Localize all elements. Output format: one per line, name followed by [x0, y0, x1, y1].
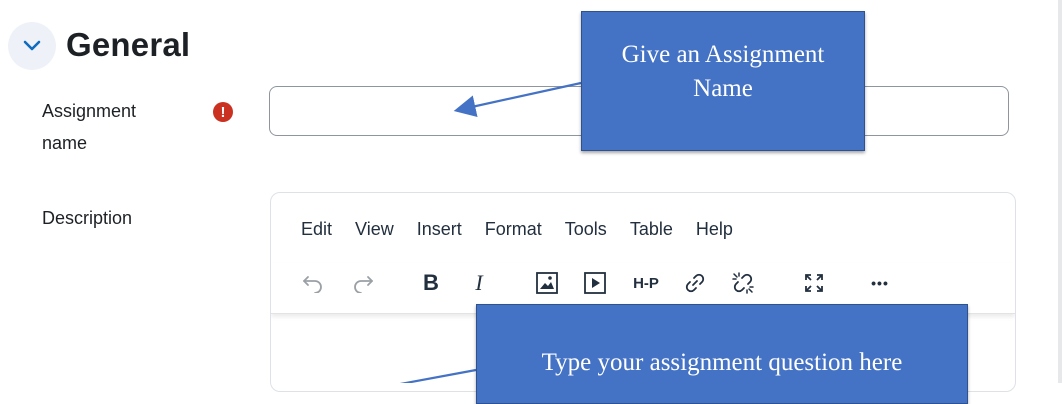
fullscreen-icon [805, 274, 823, 292]
chevron-down-icon [23, 40, 41, 51]
unlink-button[interactable] [729, 263, 757, 303]
menu-edit[interactable]: Edit [301, 219, 332, 240]
link-icon [685, 273, 705, 293]
insert-media-button[interactable] [581, 263, 609, 303]
collapse-section-button[interactable] [8, 22, 56, 70]
insert-link-button[interactable] [681, 263, 709, 303]
section-title: General [66, 26, 191, 63]
menu-format[interactable]: Format [485, 219, 542, 240]
menu-table[interactable]: Table [630, 219, 673, 240]
media-icon [584, 272, 606, 294]
page-scroll-edge [1058, 0, 1062, 383]
callout-assignment-question: Type your assignment question here [476, 304, 968, 404]
unlink-icon [732, 272, 754, 294]
insert-image-button[interactable] [533, 263, 561, 303]
editor-menubar: Edit View Insert Format Tools Table Help [301, 219, 756, 240]
undo-button[interactable] [299, 263, 327, 303]
redo-button[interactable] [349, 263, 377, 303]
fullscreen-button[interactable] [801, 263, 827, 303]
h5p-button[interactable]: H-P [627, 263, 665, 303]
redo-icon [354, 276, 373, 293]
undo-icon [303, 276, 322, 293]
menu-help[interactable]: Help [696, 219, 733, 240]
menu-insert[interactable]: Insert [417, 219, 462, 240]
callout-assignment-name: Give an Assignment Name [581, 11, 865, 151]
italic-button[interactable]: I [469, 263, 489, 303]
menu-view[interactable]: View [355, 219, 394, 240]
required-icon: ! [213, 102, 233, 122]
menu-tools[interactable]: Tools [565, 219, 607, 240]
description-label: Description [42, 208, 133, 228]
assignment-name-label: Assignment name [42, 101, 137, 153]
image-icon [536, 272, 558, 294]
more-button[interactable]: ••• [865, 263, 895, 303]
bold-button[interactable]: B [419, 263, 443, 303]
